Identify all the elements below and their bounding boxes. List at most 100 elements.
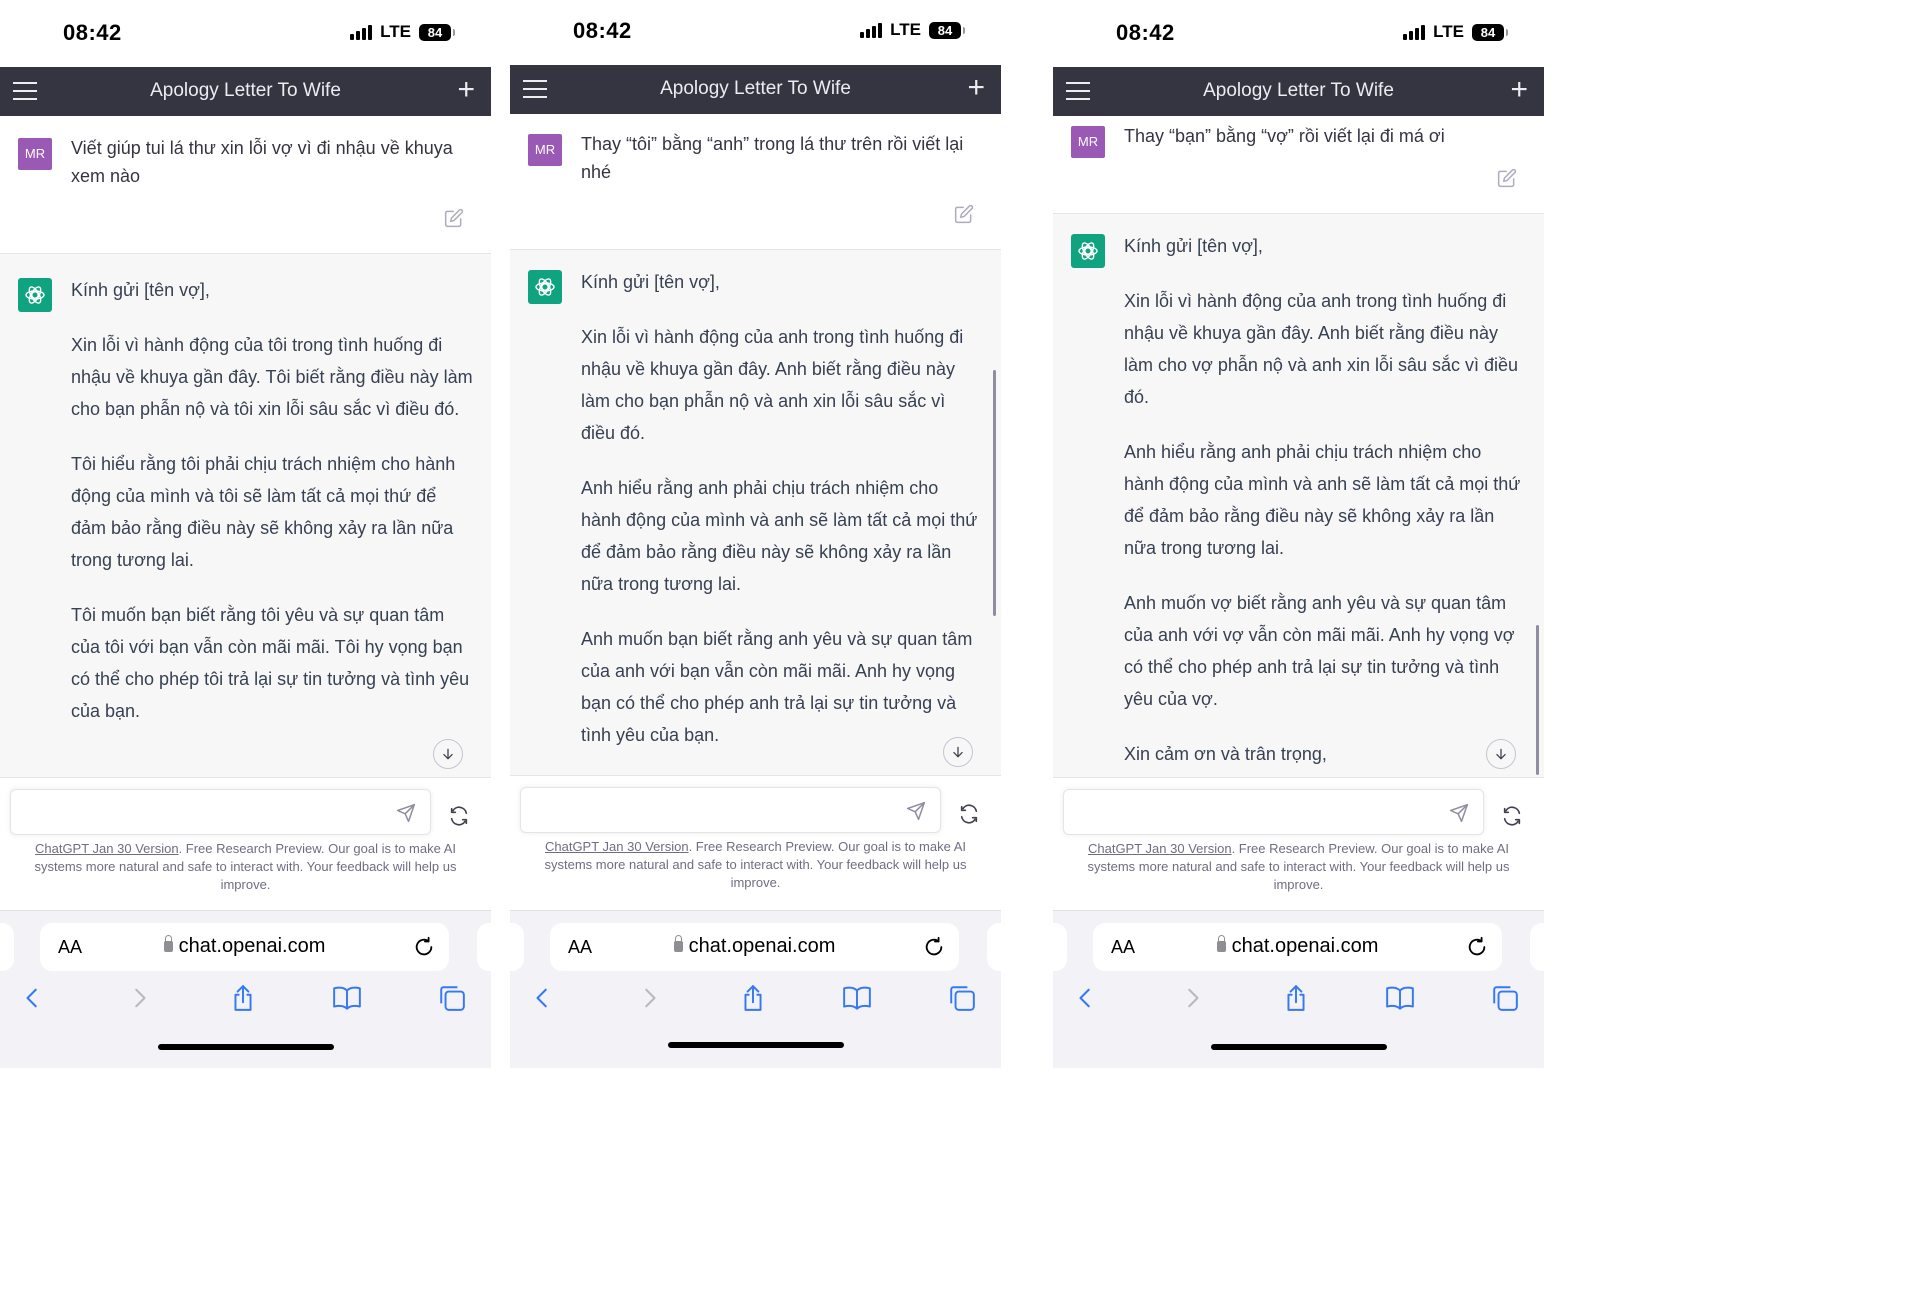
signal-icon [860, 22, 883, 38]
assistant-message-text: Kính gửi [tên vợ], Xin lỗi vì hành động … [581, 266, 983, 774]
bookmarks-icon[interactable] [840, 981, 874, 1015]
assistant-message: Kính gửi [tên vợ], Xin lỗi vì hành động … [510, 249, 1001, 775]
lock-icon [673, 935, 683, 952]
url-text[interactable]: chat.openai.com [550, 935, 959, 958]
regenerate-icon[interactable] [448, 805, 470, 827]
url-text[interactable]: chat.openai.com [40, 935, 449, 958]
lock-icon [1216, 935, 1226, 952]
edit-icon[interactable] [954, 204, 974, 224]
network-label: LTE [890, 20, 921, 39]
lock-icon [163, 935, 173, 952]
next-tab[interactable] [477, 923, 491, 971]
status-bar: 08:42 LTE 84 [510, 0, 1001, 65]
battery-icon: 84 [419, 23, 455, 41]
scroll-down-button[interactable] [943, 737, 973, 767]
forward-icon[interactable] [1175, 981, 1209, 1015]
previous-tab[interactable] [1053, 923, 1067, 971]
edit-icon[interactable] [444, 208, 464, 228]
safari-toolbar: AA chat.openai.com [510, 910, 1001, 1068]
address-bar[interactable]: AA chat.openai.com [40, 923, 449, 971]
edit-icon[interactable] [1497, 168, 1517, 188]
bookmarks-icon[interactable] [330, 981, 364, 1015]
assistant-message-text: Kính gửi [tên vợ], Xin lỗi vì hành động … [71, 274, 473, 750]
send-icon[interactable] [906, 801, 926, 826]
browser-nav [0, 981, 491, 1021]
letter-paragraph-1: Xin lỗi vì hành động của tôi trong tình … [71, 335, 473, 419]
version-link[interactable]: ChatGPT Jan 30 Version [545, 839, 689, 854]
battery-icon: 84 [1472, 23, 1508, 41]
plus-icon[interactable]: + [457, 75, 475, 105]
user-avatar: MR [528, 134, 562, 166]
status-time: 08:42 [63, 20, 122, 45]
forward-icon[interactable] [632, 981, 666, 1015]
chat-header: Apology Letter To Wife + [0, 67, 491, 116]
share-icon[interactable] [226, 981, 260, 1015]
chatgpt-logo-icon [528, 270, 562, 304]
previous-tab[interactable] [510, 923, 524, 971]
address-bar[interactable]: AA chat.openai.com [1093, 923, 1502, 971]
letter-paragraph-3: Anh muốn vợ biết rằng anh yêu và sự quan… [1124, 593, 1515, 709]
letter-paragraph-1: Xin lỗi vì hành động của anh trong tình … [581, 327, 964, 443]
version-link[interactable]: ChatGPT Jan 30 Version [35, 841, 179, 856]
forward-icon[interactable] [122, 981, 156, 1015]
letter-paragraph-2: Anh hiểu rằng anh phải chịu trách nhiệm … [581, 478, 978, 594]
letter-paragraph-2: Anh hiểu rằng anh phải chịu trách nhiệm … [1124, 442, 1521, 558]
assistant-message-text: Kính gửi [tên vợ], Xin lỗi vì hành động … [1124, 230, 1526, 793]
message-input[interactable] [520, 787, 941, 833]
previous-tab[interactable] [0, 923, 14, 971]
regenerate-icon[interactable] [958, 803, 980, 825]
back-icon[interactable] [16, 981, 50, 1015]
bookmarks-icon[interactable] [1383, 981, 1417, 1015]
assistant-message: Kính gửi [tên vợ], Xin lỗi vì hành động … [0, 253, 491, 777]
network-label: LTE [1433, 22, 1464, 41]
scrollbar[interactable] [993, 370, 996, 616]
next-tab[interactable] [1530, 923, 1544, 971]
user-message: MR Thay “bạn” bằng “vợ” rồi viết lại đi … [1053, 116, 1544, 213]
status-bar: 08:42 LTE 84 [1053, 0, 1544, 67]
back-icon[interactable] [1069, 981, 1103, 1015]
regenerate-icon[interactable] [1501, 805, 1523, 827]
letter-closing: Xin cảm ơn và trân trọng, [1124, 744, 1327, 764]
tabs-icon[interactable] [1488, 981, 1522, 1015]
chat-title: Apology Letter To Wife [1203, 80, 1394, 101]
message-input[interactable] [10, 789, 431, 835]
back-icon[interactable] [526, 981, 560, 1015]
tabs-icon[interactable] [435, 981, 469, 1015]
reload-icon[interactable] [1466, 936, 1488, 963]
send-icon[interactable] [1449, 803, 1469, 828]
phone-screen-3: 08:42 LTE 84 Apology Letter To Wife + MR… [1053, 0, 1544, 1068]
footer-disclaimer: ChatGPT Jan 30 Version. Free Research Pr… [520, 838, 991, 892]
scroll-down-button[interactable] [1486, 739, 1516, 769]
next-tab[interactable] [987, 923, 1001, 971]
chat-title: Apology Letter To Wife [150, 80, 341, 101]
composer: ChatGPT Jan 30 Version. Free Research Pr… [1053, 777, 1544, 910]
letter-greeting: Kính gửi [tên vợ], [71, 280, 210, 300]
plus-icon[interactable]: + [967, 73, 985, 103]
network-label: LTE [380, 22, 411, 41]
home-indicator [1211, 1044, 1387, 1050]
url-text[interactable]: chat.openai.com [1093, 935, 1502, 958]
share-icon[interactable] [1279, 981, 1313, 1015]
tabs-icon[interactable] [945, 981, 979, 1015]
user-message: MR Viết giúp tui lá thư xin lỗi vợ vì đi… [0, 116, 491, 253]
composer: ChatGPT Jan 30 Version. Free Research Pr… [510, 775, 1001, 910]
hamburger-icon[interactable] [523, 80, 547, 98]
letter-paragraph-2: Tôi hiểu rằng tôi phải chịu trách nhiệm … [71, 454, 456, 570]
chat-header: Apology Letter To Wife + [1053, 67, 1544, 116]
hamburger-icon[interactable] [1066, 82, 1090, 100]
phone-screen-2: 08:42 LTE 84 Apology Letter To Wife + MR… [510, 0, 1001, 1068]
reload-icon[interactable] [413, 936, 435, 963]
safari-toolbar: AA chat.openai.com [1053, 910, 1544, 1068]
hamburger-icon[interactable] [13, 82, 37, 100]
share-icon[interactable] [736, 981, 770, 1015]
address-bar[interactable]: AA chat.openai.com [550, 923, 959, 971]
reload-icon[interactable] [923, 936, 945, 963]
scroll-down-button[interactable] [433, 739, 463, 769]
scrollbar[interactable] [1536, 625, 1539, 775]
message-input[interactable] [1063, 789, 1484, 835]
letter-paragraph-3: Tôi muốn bạn biết rằng tôi yêu và sự qua… [71, 605, 470, 721]
send-icon[interactable] [396, 803, 416, 828]
assistant-message: Kính gửi [tên vợ], Xin lỗi vì hành động … [1053, 213, 1544, 777]
version-link[interactable]: ChatGPT Jan 30 Version [1088, 841, 1232, 856]
plus-icon[interactable]: + [1510, 75, 1528, 105]
